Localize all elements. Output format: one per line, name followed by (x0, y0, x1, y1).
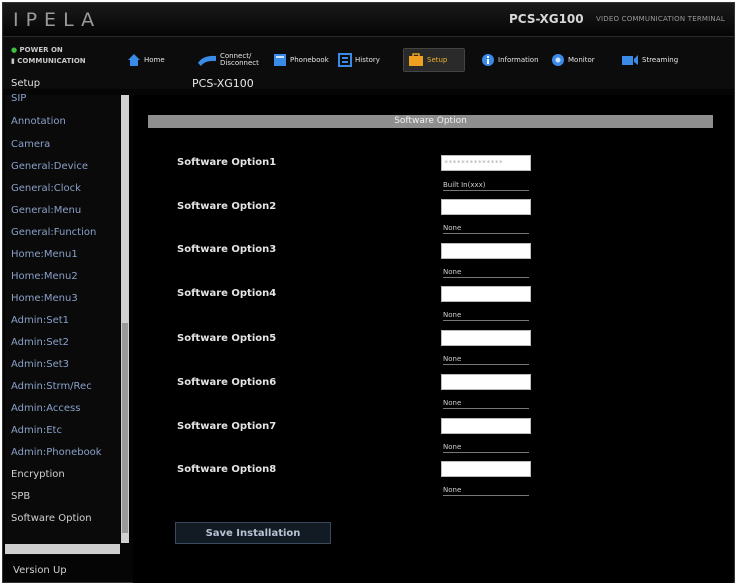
option8-label: Software Option8 (177, 464, 277, 475)
section-header: Software Option (148, 115, 713, 128)
sidebar-item-general-menu[interactable]: General:Menu (11, 205, 81, 216)
sidebar-vertical-scrollbar[interactable] (121, 95, 129, 543)
option1-input[interactable]: ************** (441, 155, 531, 171)
option7-input[interactable] (441, 418, 531, 434)
tab-streaming[interactable]: Streaming (617, 48, 682, 72)
tab-phonebook[interactable]: Phonebook (269, 48, 333, 72)
sidebar-item-camera[interactable]: Camera (11, 139, 50, 150)
tab-history[interactable]: History (334, 48, 384, 72)
sidebar-item-admin-set3[interactable]: Admin:Set3 (11, 359, 69, 370)
sidebar-item-home-menu1[interactable]: Home:Menu1 (11, 249, 78, 260)
sidebar-item-general-clock[interactable]: General:Clock (11, 183, 81, 194)
option4-label: Software Option4 (177, 288, 277, 299)
sidebar-item-admin-strm-rec[interactable]: Admin:Strm/Rec (11, 381, 92, 392)
option3-label: Software Option3 (177, 244, 277, 255)
sidebar-item-home-menu3[interactable]: Home:Menu3 (11, 293, 78, 304)
section-title: Software Option (394, 116, 467, 126)
communication-status: ▮ COMMUNICATION (11, 57, 86, 65)
option2-input[interactable] (441, 199, 531, 215)
option6-status: None (443, 398, 529, 409)
sidebar-item-spb[interactable]: SPB (11, 491, 30, 502)
option5-status: None (443, 354, 529, 365)
save-installation-button[interactable]: Save Installation (175, 522, 331, 544)
setup-menu-list: SIP Annotation Camera General:Device Gen… (5, 93, 120, 555)
version-up-link[interactable]: Version Up (13, 565, 67, 576)
option8-status: None (443, 485, 529, 496)
option2-label: Software Option2 (177, 201, 277, 212)
sidebar-item-admin-phonebook[interactable]: Admin:Phonebook (11, 447, 102, 458)
sidebar-scroll-thumb[interactable] (122, 323, 128, 533)
nav-model-name: PCS-XG100 (192, 77, 254, 90)
option1-status: Built In(xxx) (443, 180, 529, 191)
tab-connect-disconnect[interactable]: Connect/ Disconnect (193, 48, 265, 72)
power-indicator-icon: ● (11, 46, 18, 54)
sidebar-item-admin-access[interactable]: Admin:Access (11, 403, 80, 414)
option7-label: Software Option7 (177, 421, 277, 432)
tab-phonebook-label: Phonebook (290, 56, 329, 64)
tab-home-label: Home (144, 56, 165, 64)
model-subtitle: VIDEO COMMUNICATION TERMINAL (596, 15, 725, 23)
software-option-panel: Software Option Software Option1 *******… (133, 95, 733, 583)
app-window: IPELA PCS-XG100 VIDEO COMMUNICATION TERM… (2, 2, 735, 583)
sidebar-item-admin-set1[interactable]: Admin:Set1 (11, 315, 69, 326)
option1-label: Software Option1 (177, 157, 277, 168)
setup-icon (409, 53, 423, 66)
sidebar-item-admin-etc[interactable]: Admin:Etc (11, 425, 62, 436)
sidebar-item-home-menu2[interactable]: Home:Menu2 (11, 271, 78, 282)
option4-input[interactable] (441, 286, 531, 302)
tab-setup[interactable]: Setup (403, 48, 465, 72)
sidebar-item-admin-set2[interactable]: Admin:Set2 (11, 337, 69, 348)
option8-input[interactable] (441, 461, 531, 477)
communication-status-label: COMMUNICATION (17, 57, 86, 65)
option5-label: Software Option5 (177, 333, 277, 344)
sidebar-item-encryption[interactable]: Encryption (11, 469, 65, 480)
current-section-label: Setup (11, 78, 41, 89)
title-bar: IPELA PCS-XG100 VIDEO COMMUNICATION TERM… (3, 3, 734, 37)
tab-monitor[interactable]: Monitor (547, 48, 599, 72)
main-nav: ● POWER ON ▮ COMMUNICATION Setup PCS-XG1… (3, 37, 734, 90)
option3-input[interactable] (441, 243, 531, 259)
sidebar-item-annotation[interactable]: Annotation (11, 116, 66, 127)
communication-indicator-icon: ▮ (11, 57, 15, 65)
option2-status: None (443, 223, 529, 234)
tab-information-label: Information (498, 56, 539, 64)
sidebar-horizontal-scrollbar[interactable] (5, 544, 120, 554)
option3-status: None (443, 267, 529, 278)
tab-information[interactable]: Information (477, 48, 543, 72)
option6-input[interactable] (441, 374, 531, 390)
tab-streaming-label: Streaming (642, 56, 679, 64)
connect-icon (198, 55, 216, 66)
model-name: PCS-XG100 (509, 12, 584, 26)
sidebar-item-software-option[interactable]: Software Option (11, 513, 92, 524)
power-status: ● POWER ON (11, 46, 63, 54)
tab-home[interactable]: Home (123, 48, 169, 72)
sidebar-item-general-function[interactable]: General:Function (11, 227, 96, 238)
power-status-label: POWER ON (19, 46, 63, 54)
monitor-icon (552, 54, 564, 66)
option5-input[interactable] (441, 330, 531, 346)
tab-monitor-label: Monitor (568, 56, 595, 64)
information-icon (482, 54, 494, 66)
home-icon (128, 54, 140, 66)
history-icon (338, 53, 352, 67)
streaming-icon (622, 55, 638, 65)
phonebook-icon (274, 54, 286, 66)
tab-connect-label: Connect/ Disconnect (220, 52, 259, 67)
tab-setup-label: Setup (427, 56, 448, 64)
option4-status: None (443, 310, 529, 321)
option6-label: Software Option6 (177, 377, 277, 388)
ipela-logo: IPELA (13, 9, 102, 31)
sidebar-item-general-device[interactable]: General:Device (11, 161, 88, 172)
option7-status: None (443, 442, 529, 453)
sidebar-item-sip[interactable]: SIP (11, 93, 26, 104)
tab-history-label: History (355, 56, 380, 64)
